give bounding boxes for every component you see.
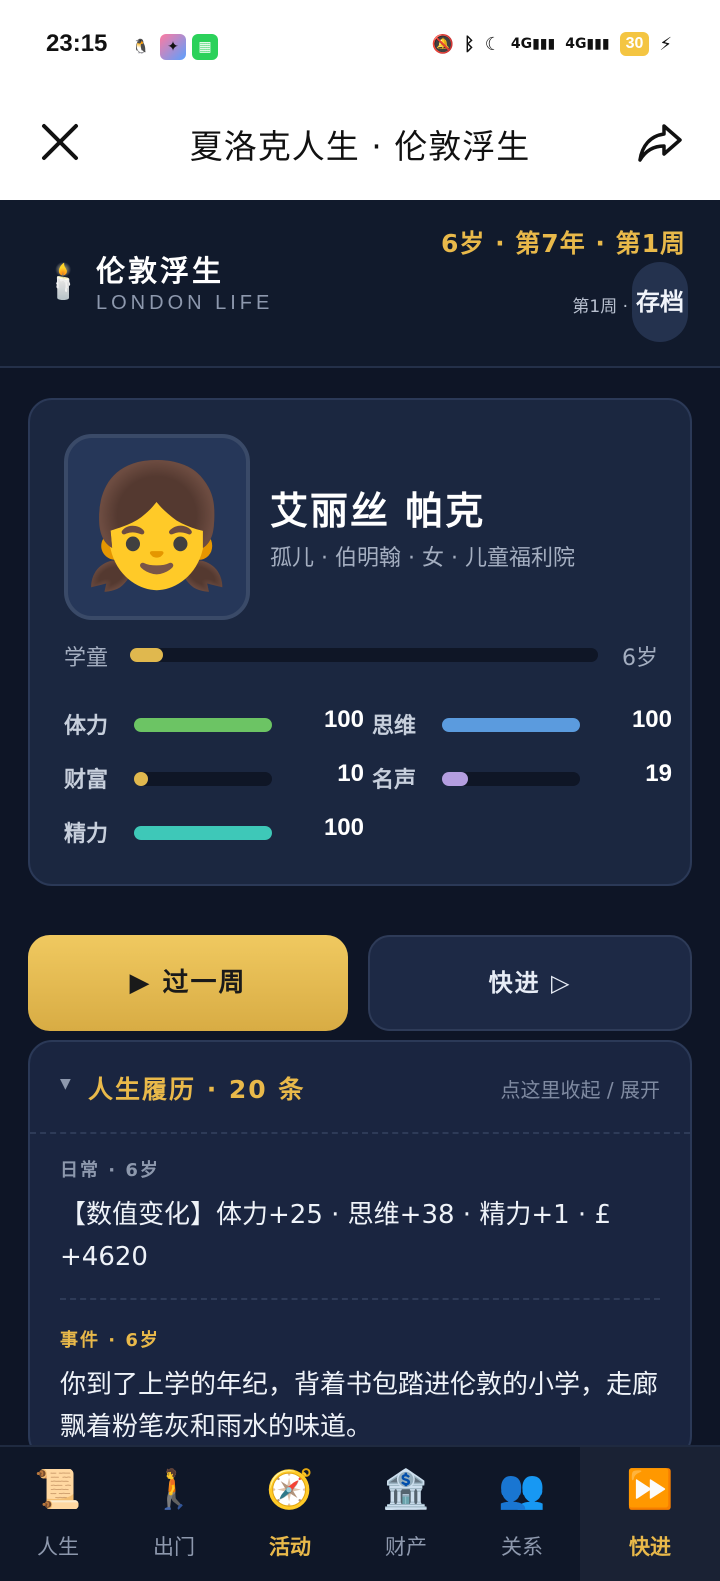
history-toggle[interactable]: 点这里收起 / 展开 <box>501 1074 660 1103</box>
next-week-button[interactable]: ▶ 过一周 <box>28 935 348 1031</box>
stat-value: 100 <box>323 706 364 733</box>
stat-value: 100 <box>631 706 672 733</box>
stat-bar <box>134 826 272 840</box>
brand-name: 伦敦浮生 <box>96 254 225 288</box>
nav-item-life[interactable]: 📜 人生 <box>0 1447 116 1581</box>
save-button[interactable]: 存档 <box>632 262 688 342</box>
compass-icon: 🧭 <box>266 1467 314 1511</box>
stat-value: 19 <box>645 760 672 787</box>
stat-label: 体力 <box>64 714 109 739</box>
life-stage-progress-fill <box>130 648 163 662</box>
stat-label: 财富 <box>64 768 109 793</box>
stat-bar-fill <box>442 718 580 732</box>
stat-energy: 精力 100 <box>64 812 364 852</box>
page-title: 夏洛克人生 · 伦敦浮生 <box>189 127 531 166</box>
life-stage-progress <box>130 648 598 662</box>
stat-label: 思维 <box>372 714 417 739</box>
entry-text: 【数值变化】体力+25 · 思维+38 · 精力+1 · £ +4620 <box>60 1200 611 1272</box>
nav-label: 出门 <box>153 1535 195 1559</box>
nav-label: 人生 <box>37 1535 79 1559</box>
character-meta: 孤儿 · 伯明翰 · 女 · 儿童福利院 <box>270 546 575 571</box>
fast-forward-icon: ⏩ <box>626 1467 674 1511</box>
stat-bar <box>134 718 272 732</box>
nav-item-assets[interactable]: 🏦 财产 <box>348 1447 464 1581</box>
signal-icon-2: 4G▮▮▮ <box>565 36 610 52</box>
nav-item-activities[interactable]: 🧭 活动 <box>232 1447 348 1581</box>
stat-bar <box>134 772 272 786</box>
candle-icon: 🕯️ <box>42 262 85 302</box>
nav-label: 财产 <box>385 1535 427 1559</box>
walking-icon: 🚶 <box>150 1467 198 1511</box>
people-icon: 👥 <box>498 1467 546 1511</box>
qq-app-icon: 🐧 <box>128 34 154 60</box>
scroll-icon: 📜 <box>34 1467 82 1511</box>
stat-label: 精力 <box>64 822 109 847</box>
charging-icon: ⚡ <box>659 33 672 55</box>
stat-thinking: 思维 100 <box>372 704 672 744</box>
mute-bell-icon: 🔕 <box>431 33 454 55</box>
life-stage-label: 学童 <box>64 646 109 671</box>
nav-label: 活动 <box>269 1535 311 1559</box>
bluetooth-icon: ᛒ <box>463 33 475 55</box>
history-entry: 日常 · 6岁 【数值变化】体力+25 · 思维+38 · 精力+1 · £ +… <box>60 1156 660 1278</box>
title-bar: 夏洛克人生 · 伦敦浮生 <box>0 96 720 200</box>
collapse-caret-icon: ▼ <box>60 1076 71 1092</box>
brand-subtitle: LONDON LIFE <box>96 292 274 314</box>
character-card: 👧 艾丽丝 帕克 孤儿 · 伯明翰 · 女 · 儿童福利院 学童 6岁 体力 1… <box>28 398 692 886</box>
stat-fame: 名声 19 <box>372 758 672 798</box>
entry-text: 你到了上学的年纪，背着书包踏进伦敦的小学，走廊飘着粉笔灰和雨水的味道。 <box>60 1370 659 1442</box>
entry-tag: 日常 · 6岁 <box>60 1160 160 1181</box>
nav-item-relations[interactable]: 👥 关系 <box>464 1447 580 1581</box>
avatar: 👧 <box>64 434 250 620</box>
stat-bar-fill <box>134 718 272 732</box>
stat-value: 100 <box>323 814 364 841</box>
entry-tag: 事件 · 6岁 <box>60 1330 160 1351</box>
bottom-nav: 📜 人生 🚶 出门 🧭 活动 🏦 财产 👥 关系 ⏩ 快进 <box>0 1445 720 1581</box>
moon-icon: ☾ <box>484 33 501 55</box>
character-name: 艾丽丝 帕克 <box>270 489 486 533</box>
nav-label: 快进 <box>629 1535 671 1559</box>
bank-icon: 🏦 <box>382 1467 430 1511</box>
stat-bar <box>442 718 580 732</box>
stat-bar-fill <box>134 826 272 840</box>
fast-forward-button[interactable]: 快进 ▷ <box>368 935 692 1031</box>
history-entry: 事件 · 6岁 你到了上学的年纪，背着书包踏进伦敦的小学，走廊飘着粉笔灰和雨水的… <box>60 1326 660 1448</box>
stat-stamina: 体力 100 <box>64 704 364 744</box>
game-header: 🕯️ 伦敦浮生 LONDON LIFE 6岁 · 第7年 · 第1周 第1周 ·… <box>0 200 720 368</box>
age-week-indicator: 6岁 · 第7年 · 第1周 <box>441 229 686 258</box>
stat-value: 10 <box>337 760 364 787</box>
stat-label: 名声 <box>372 768 417 793</box>
calculator-app-icon: ▦ <box>192 34 218 60</box>
stat-bar-fill <box>442 772 469 786</box>
life-history-panel: ▼ 人生履历 · 20 条 点这里收起 / 展开 日常 · 6岁 【数值变化】体… <box>28 1040 692 1460</box>
stat-wealth: 财富 10 <box>64 758 364 798</box>
nav-item-fast-forward[interactable]: ⏩ 快进 <box>580 1447 720 1581</box>
battery-indicator: 30 <box>619 32 650 56</box>
status-indicators: 🔕 ᛒ ☾ 4G▮▮▮ 4G▮▮▮ 30 ⚡ <box>431 32 672 56</box>
history-header[interactable]: ▼ 人生履历 · 20 条 点这里收起 / 展开 <box>30 1042 690 1134</box>
signal-icon: 4G▮▮▮ <box>510 36 556 52</box>
life-stage-age: 6岁 <box>622 646 658 671</box>
stat-bar-fill <box>134 772 148 786</box>
stat-bar <box>442 772 580 786</box>
week-label: 第1周 · <box>572 297 628 317</box>
photos-app-icon: ✦ <box>160 34 186 60</box>
entry-divider <box>60 1298 660 1300</box>
share-button[interactable] <box>636 118 684 166</box>
nav-label: 关系 <box>501 1535 543 1559</box>
status-time: 23:15 <box>46 30 108 57</box>
status-bar: 23:15 🐧 ✦ ▦ 🔕 ᛒ ☾ 4G▮▮▮ 4G▮▮▮ 30 ⚡ <box>0 0 720 96</box>
nav-item-go-out[interactable]: 🚶 出门 <box>116 1447 232 1581</box>
share-icon <box>638 124 682 162</box>
history-title: 人生履历 · 20 条 <box>88 1075 306 1104</box>
